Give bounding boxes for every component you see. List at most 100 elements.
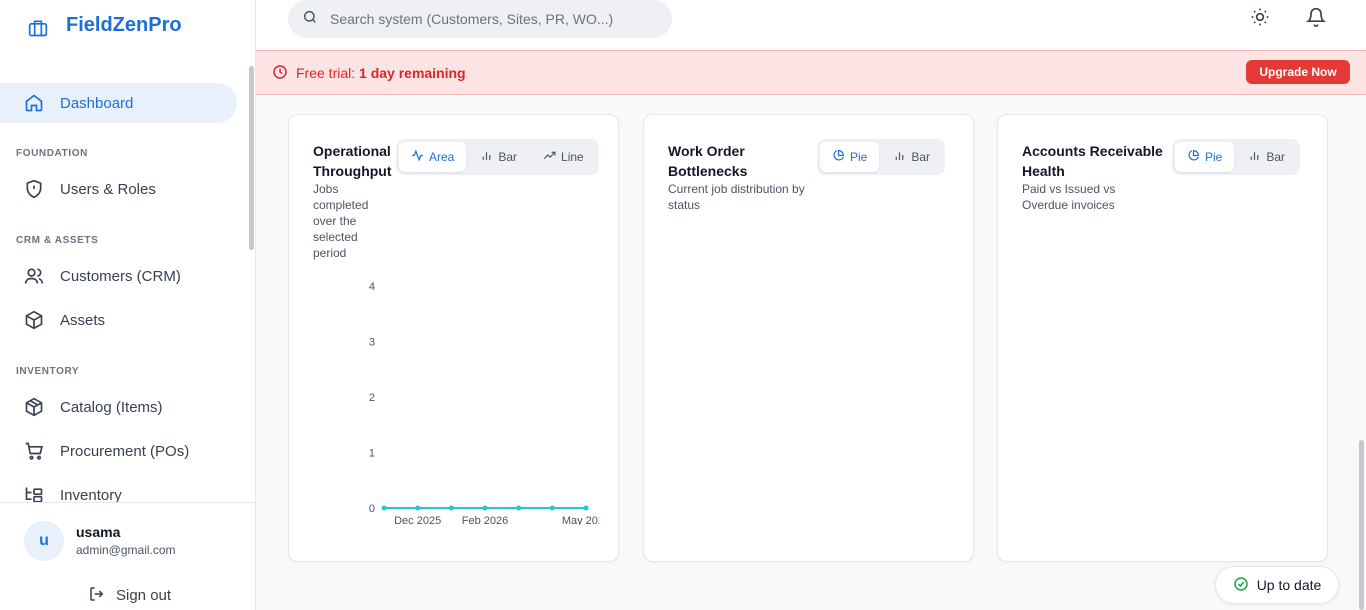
toggle-bar[interactable]: Bar bbox=[468, 142, 529, 172]
main-scrollbar[interactable] bbox=[1359, 440, 1364, 610]
nav-section-crm-assets: CRM & ASSETS bbox=[16, 235, 99, 246]
bar-chart-icon bbox=[480, 149, 493, 165]
data-point[interactable] bbox=[448, 505, 454, 511]
toggle-label: Bar bbox=[1266, 150, 1286, 164]
sidebar-item-procurement[interactable]: Procurement (POs) bbox=[0, 431, 237, 471]
data-point[interactable] bbox=[549, 505, 555, 511]
trial-prefix: Free trial: bbox=[296, 65, 360, 81]
briefcase-icon bbox=[28, 16, 48, 36]
folder-tree-icon bbox=[24, 485, 44, 502]
data-point[interactable] bbox=[482, 505, 488, 511]
shield-alert-icon bbox=[24, 179, 44, 199]
x-tick-label: Feb 2026 bbox=[462, 515, 508, 525]
card-subtitle: Jobs completed over the selected period bbox=[313, 181, 368, 261]
toggle-bar[interactable]: Bar bbox=[1236, 142, 1297, 172]
card-title-line: Bottlenecks bbox=[668, 163, 748, 179]
y-tick-label: 1 bbox=[369, 448, 375, 460]
toggle-pie[interactable]: Pie bbox=[820, 142, 880, 172]
sidebar-item-catalog[interactable]: Catalog (Items) bbox=[0, 387, 237, 427]
sidebar-item-inventory[interactable]: Inventory bbox=[0, 475, 237, 502]
bar-chart-icon bbox=[1248, 149, 1261, 165]
search-icon bbox=[302, 9, 318, 30]
card-title-line: Health bbox=[1022, 163, 1065, 179]
sidebar-item-assets[interactable]: Assets bbox=[0, 300, 237, 340]
card-subtitle-line: selected bbox=[313, 230, 358, 244]
sidebar-item-label: Catalog (Items) bbox=[60, 398, 163, 416]
sidebar-scrollbar[interactable] bbox=[249, 66, 254, 250]
pie-chart-icon bbox=[1187, 149, 1200, 165]
trial-text: Free trial: 1 day remaining bbox=[296, 65, 466, 81]
card-subtitle: Current job distribution by status bbox=[668, 181, 805, 213]
avatar[interactable]: u bbox=[24, 521, 64, 561]
trending-up-icon bbox=[543, 149, 556, 165]
notifications-button[interactable] bbox=[1305, 7, 1327, 32]
toggle-pie[interactable]: Pie bbox=[1175, 142, 1235, 172]
sidebar: FieldZenPro Dashboard FOUNDATION Users &… bbox=[0, 0, 256, 610]
upgrade-now-button[interactable]: Upgrade Now bbox=[1246, 60, 1350, 84]
sidebar-item-label: Dashboard bbox=[60, 94, 134, 112]
card-subtitle-line: over the bbox=[313, 214, 357, 228]
chart-type-toggle: Pie Bar bbox=[1172, 139, 1301, 175]
sync-status-label: Up to date bbox=[1256, 577, 1322, 593]
card-work-order-bottlenecks: Work Order Bottlenecks Current job distr… bbox=[643, 114, 974, 562]
pie-chart-icon bbox=[832, 149, 845, 165]
card-title-line: Throughput bbox=[313, 163, 392, 179]
sidebar-item-customers[interactable]: Customers (CRM) bbox=[0, 256, 237, 296]
card-title-line: Accounts Receivable bbox=[1022, 143, 1163, 159]
data-point[interactable] bbox=[516, 505, 522, 511]
theme-toggle-button[interactable] bbox=[1249, 8, 1271, 30]
toggle-label: Bar bbox=[911, 150, 931, 164]
chart-type-toggle: Area Bar Line bbox=[396, 139, 599, 175]
bell-icon bbox=[1305, 7, 1327, 32]
sign-out-label: Sign out bbox=[116, 586, 172, 604]
activity-icon bbox=[411, 149, 424, 165]
card-subtitle-line: Overdue invoices bbox=[1022, 198, 1115, 212]
card-subtitle-line: status bbox=[668, 198, 701, 212]
card-title-line: Operational bbox=[313, 143, 391, 159]
nav-section-inventory: INVENTORY bbox=[16, 366, 80, 377]
card-subtitle-line: Current job distribution by bbox=[668, 182, 805, 196]
shopping-cart-icon bbox=[24, 441, 44, 461]
sidebar-item-label: Procurement (POs) bbox=[60, 442, 190, 460]
card-title: Accounts Receivable Health bbox=[1022, 141, 1163, 181]
clock-icon bbox=[272, 64, 288, 85]
x-tick-label: May 2026 bbox=[562, 515, 599, 525]
toggle-bar[interactable]: Bar bbox=[881, 142, 942, 172]
toggle-area[interactable]: Area bbox=[399, 142, 467, 172]
card-title: Operational Throughput bbox=[313, 141, 392, 181]
toggle-line[interactable]: Line bbox=[531, 142, 596, 172]
sun-icon bbox=[1250, 7, 1270, 32]
toggle-label: Bar bbox=[498, 150, 518, 164]
data-point[interactable] bbox=[583, 505, 589, 511]
chart-type-toggle: Pie Bar bbox=[817, 139, 946, 175]
sidebar-nav[interactable]: Dashboard FOUNDATION Users & Roles CRM &… bbox=[0, 70, 256, 502]
x-tick-label: Dec 2025 bbox=[394, 515, 441, 525]
sidebar-item-label: Inventory bbox=[60, 486, 122, 503]
throughput-chart: 0 1 2 3 4 Dec 2025 Feb 2026 May 2026 bbox=[369, 281, 599, 525]
sidebar-item-label: Assets bbox=[60, 311, 106, 329]
data-point[interactable] bbox=[381, 505, 387, 511]
card-subtitle-line: period bbox=[313, 246, 347, 260]
card-operational-throughput: Operational Throughput Jobs completed ov… bbox=[288, 114, 619, 562]
toggle-label: Line bbox=[561, 150, 584, 164]
top-header bbox=[256, 0, 1366, 50]
trial-remaining: 1 day remaining bbox=[359, 65, 466, 81]
home-icon bbox=[24, 93, 44, 113]
card-subtitle: Paid vs Issued vs Overdue invoices bbox=[1022, 181, 1115, 213]
sync-status-badge[interactable]: Up to date bbox=[1215, 566, 1339, 604]
trial-banner: Free trial: 1 day remaining Upgrade Now bbox=[256, 50, 1366, 95]
user-name: usama bbox=[76, 524, 121, 540]
data-point[interactable] bbox=[415, 505, 421, 511]
search-input[interactable] bbox=[330, 11, 660, 27]
card-subtitle-line: Jobs bbox=[313, 182, 339, 196]
search-bar[interactable] bbox=[288, 0, 672, 38]
toggle-label: Pie bbox=[850, 150, 868, 164]
sign-out-button[interactable]: Sign out bbox=[88, 585, 171, 605]
sidebar-item-dashboard[interactable]: Dashboard bbox=[0, 83, 237, 123]
bar-chart-icon bbox=[893, 149, 906, 165]
check-circle-icon bbox=[1233, 576, 1249, 595]
sidebar-item-users-roles[interactable]: Users & Roles bbox=[0, 169, 237, 209]
package-icon bbox=[24, 397, 44, 417]
nav-section-foundation: FOUNDATION bbox=[16, 148, 88, 159]
brand[interactable]: FieldZenPro bbox=[28, 14, 182, 37]
